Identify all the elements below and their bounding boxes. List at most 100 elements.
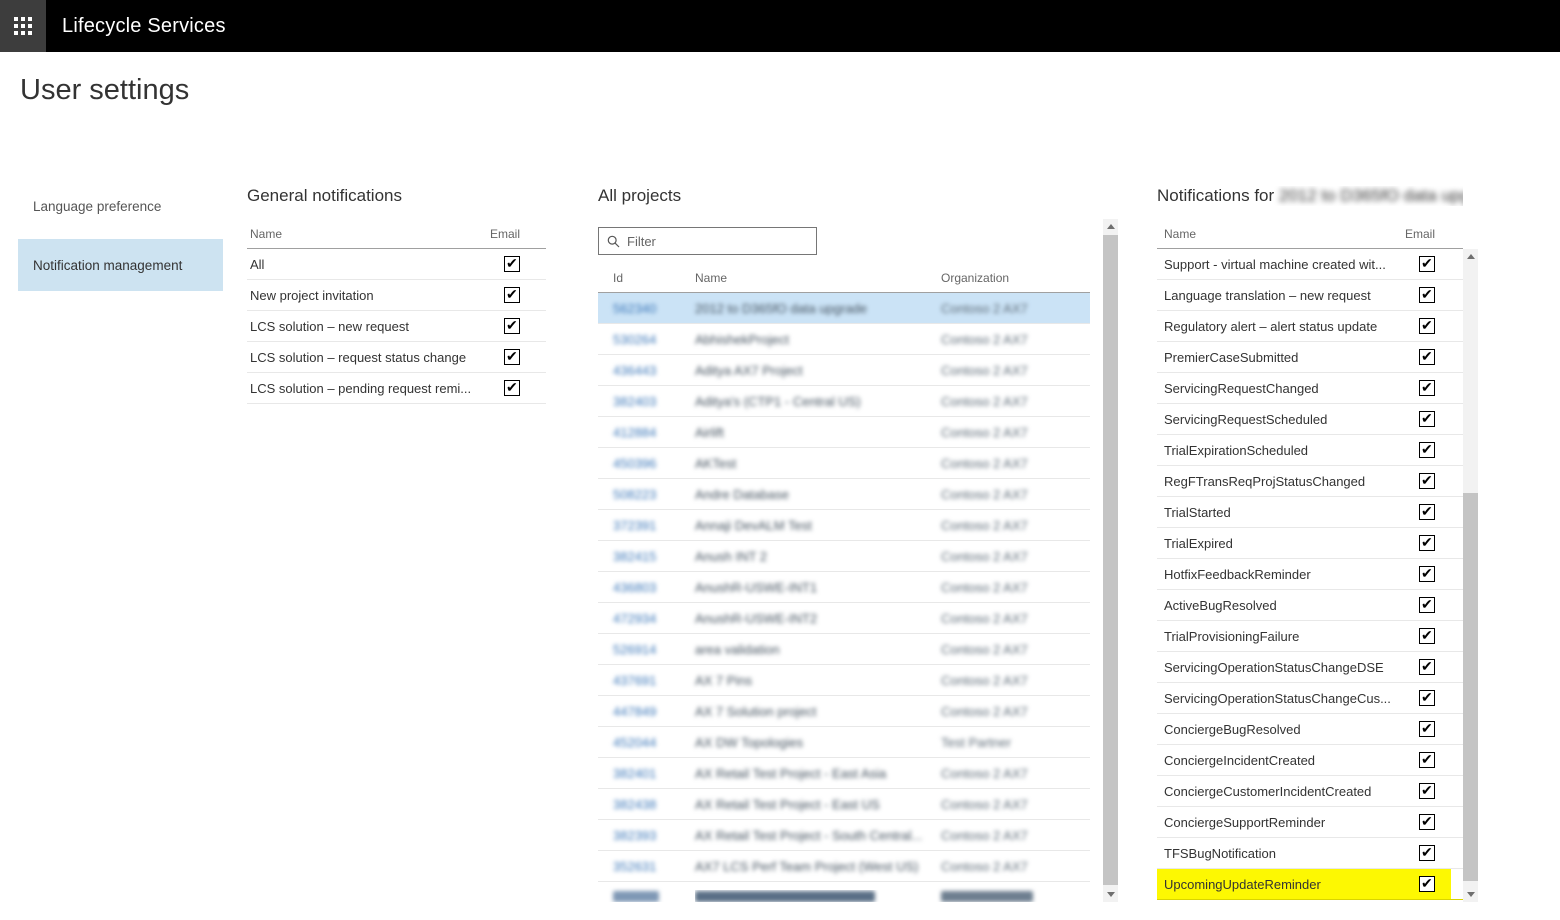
email-checkbox[interactable] xyxy=(1419,752,1435,768)
email-checkbox[interactable] xyxy=(504,318,520,334)
project-row-partial[interactable] xyxy=(598,882,1090,902)
project-organization: Contoso 2 AX7 xyxy=(941,301,1090,316)
app-launcher-button[interactable] xyxy=(0,0,46,52)
project-row[interactable]: 382415 Anush INT 2 Contoso 2 AX7 xyxy=(598,541,1090,572)
waffle-icon xyxy=(14,17,32,35)
notifications-project-name: 2012 to D365fO data upgrade xyxy=(1279,186,1463,205)
project-id: 526914 xyxy=(598,642,695,657)
project-organization: Contoso 2 AX7 xyxy=(941,797,1090,812)
project-row[interactable]: 436443 Aditya AX7 Project Contoso 2 AX7 xyxy=(598,355,1090,386)
email-checkbox[interactable] xyxy=(1419,535,1435,551)
project-organization: Contoso 2 AX7 xyxy=(941,425,1090,440)
email-checkbox[interactable] xyxy=(1419,256,1435,272)
email-checkbox[interactable] xyxy=(504,287,520,303)
project-row[interactable]: 372391 Annaji DevALM Test Contoso 2 AX7 xyxy=(598,510,1090,541)
scroll-up-arrow-icon[interactable] xyxy=(1103,219,1118,234)
project-name: AX 7 Pins xyxy=(695,673,941,688)
notification-name: ServicingRequestScheduled xyxy=(1164,412,1327,427)
email-checkbox[interactable] xyxy=(1419,845,1435,861)
project-notification-row: Support - virtual machine created wit... xyxy=(1157,249,1463,280)
project-row[interactable]: 382403 Aditya's (CTP1 - Central US) Cont… xyxy=(598,386,1090,417)
notifications-scrollbar[interactable] xyxy=(1463,249,1478,902)
column-header-name: Name xyxy=(695,271,941,285)
project-notification-row: ConciergeSupportReminder xyxy=(1157,807,1463,838)
notification-name: ServicingOperationStatusChangeDSE xyxy=(1164,660,1384,675)
email-checkbox[interactable] xyxy=(1419,814,1435,830)
email-checkbox[interactable] xyxy=(1419,783,1435,799)
project-name: area validation xyxy=(695,642,941,657)
general-notification-row: LCS solution – pending request remi... xyxy=(247,373,546,404)
email-checkbox[interactable] xyxy=(1419,380,1435,396)
project-notification-row: TFSBugNotification xyxy=(1157,838,1463,869)
notification-name: ActiveBugResolved xyxy=(1164,598,1277,613)
notifications-scrollbar-thumb[interactable] xyxy=(1463,493,1478,881)
notifications-for-label: Notifications for xyxy=(1157,186,1279,205)
project-row[interactable]: 382393 AX Retail Test Project - South Ce… xyxy=(598,820,1090,851)
projects-scrollbar[interactable] xyxy=(1103,219,1118,902)
email-checkbox[interactable] xyxy=(1419,349,1435,365)
project-row[interactable]: 437691 AX 7 Pins Contoso 2 AX7 xyxy=(598,665,1090,696)
project-notification-row: ConciergeCustomerIncidentCreated xyxy=(1157,776,1463,807)
project-name: Anush INT 2 xyxy=(695,549,941,564)
project-row[interactable]: 530264 AbhishekProject Contoso 2 AX7 xyxy=(598,324,1090,355)
project-organization: Contoso 2 AX7 xyxy=(941,859,1090,874)
scroll-up-arrow-icon[interactable] xyxy=(1463,249,1478,264)
notification-name: ServicingOperationStatusChangeCus... xyxy=(1164,691,1391,706)
email-checkbox[interactable] xyxy=(1419,721,1435,737)
project-notification-row: ConciergeIncidentCreated xyxy=(1157,745,1463,776)
email-checkbox[interactable] xyxy=(1419,566,1435,582)
email-checkbox[interactable] xyxy=(504,256,520,272)
general-notifications-header: Name Email xyxy=(247,227,546,249)
project-id: 382438 xyxy=(598,797,695,812)
project-name: Andre Database xyxy=(695,487,941,502)
project-row[interactable]: 508223 Andre Database Contoso 2 AX7 xyxy=(598,479,1090,510)
sidebar-item-language-preference[interactable]: Language preference xyxy=(18,181,223,231)
project-row[interactable]: 452044 AX DW Topologies Test Partner xyxy=(598,727,1090,758)
project-row[interactable]: 562340 2012 to D365fO data upgrade Conto… xyxy=(598,293,1090,324)
project-notifications-header: Name Email xyxy=(1157,227,1463,249)
email-checkbox[interactable] xyxy=(1419,504,1435,520)
scroll-down-arrow-icon[interactable] xyxy=(1463,887,1478,902)
project-row[interactable]: 447849 AX 7 Solution project Contoso 2 A… xyxy=(598,696,1090,727)
project-id: 436443 xyxy=(598,363,695,378)
notification-name: LCS solution – pending request remi... xyxy=(250,381,471,396)
project-row[interactable]: 412884 Airlift Contoso 2 AX7 xyxy=(598,417,1090,448)
project-notifications-title: Notifications for 2012 to D365fO data up… xyxy=(1157,186,1463,206)
project-name: AKTest xyxy=(695,456,941,471)
email-checkbox[interactable] xyxy=(1419,690,1435,706)
project-notification-row: ServicingRequestScheduled xyxy=(1157,404,1463,435)
email-checkbox[interactable] xyxy=(504,380,520,396)
scroll-down-arrow-icon[interactable] xyxy=(1103,887,1118,902)
project-name: AX 7 Solution project xyxy=(695,704,941,719)
project-name: Annaji DevALM Test xyxy=(695,518,941,533)
project-row[interactable]: 382438 AX Retail Test Project - East US … xyxy=(598,789,1090,820)
email-checkbox[interactable] xyxy=(1419,597,1435,613)
project-row[interactable]: 352631 AX7 LCS Perf Team Project (West U… xyxy=(598,851,1090,882)
project-notification-row: TrialProvisioningFailure xyxy=(1157,621,1463,652)
filter-input[interactable] xyxy=(627,234,808,249)
email-checkbox[interactable] xyxy=(1419,287,1435,303)
project-row[interactable]: 382401 AX Retail Test Project - East Asi… xyxy=(598,758,1090,789)
project-name: Aditya's (CTP1 - Central US) xyxy=(695,394,941,409)
email-checkbox[interactable] xyxy=(1419,876,1435,892)
sidebar-item-notification-management[interactable]: Notification management xyxy=(18,239,223,291)
project-organization: Test Partner xyxy=(941,735,1090,750)
email-checkbox[interactable] xyxy=(1419,473,1435,489)
email-checkbox[interactable] xyxy=(1419,659,1435,675)
project-row[interactable]: 436803 AnushR-USWE-INT1 Contoso 2 AX7 xyxy=(598,572,1090,603)
email-checkbox[interactable] xyxy=(1419,411,1435,427)
email-checkbox[interactable] xyxy=(504,349,520,365)
project-row[interactable]: 526914 area validation Contoso 2 AX7 xyxy=(598,634,1090,665)
projects-scrollbar-thumb[interactable] xyxy=(1103,235,1118,885)
project-id: 412884 xyxy=(598,425,695,440)
notification-name: TrialExpired xyxy=(1164,536,1233,551)
email-checkbox[interactable] xyxy=(1419,318,1435,334)
email-checkbox[interactable] xyxy=(1419,442,1435,458)
project-row[interactable]: 472934 AnushR-USWE-INT2 Contoso 2 AX7 xyxy=(598,603,1090,634)
project-organization: Contoso 2 AX7 xyxy=(941,394,1090,409)
notification-name: ConciergeSupportReminder xyxy=(1164,815,1325,830)
project-notification-row: ServicingRequestChanged xyxy=(1157,373,1463,404)
email-checkbox[interactable] xyxy=(1419,628,1435,644)
column-header-email: Email xyxy=(490,227,520,241)
project-row[interactable]: 450396 AKTest Contoso 2 AX7 xyxy=(598,448,1090,479)
